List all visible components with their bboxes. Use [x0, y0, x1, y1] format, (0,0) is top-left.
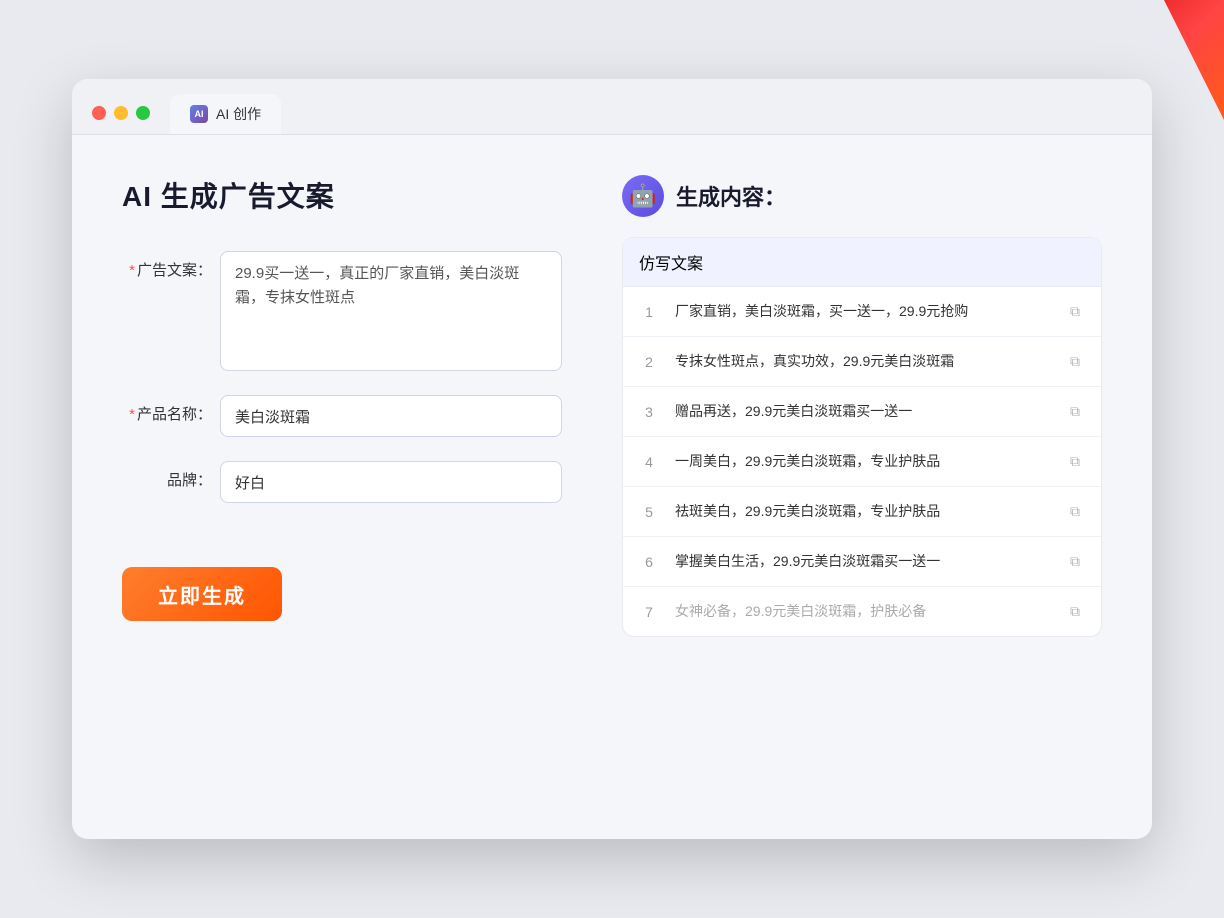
required-star-1: * — [129, 262, 135, 279]
results-container: 仿写文案 1 厂家直销，美白淡斑霜，买一送一，29.9元抢购 ⧉ 2 专抹女性斑点，真实… — [622, 237, 1102, 637]
result-header: 生成内容： — [622, 175, 1102, 217]
ai-tab-label: AI 创作 — [216, 104, 261, 124]
copy-icon[interactable]: ⧉ — [1065, 502, 1085, 522]
generate-button[interactable]: 立即生成 — [122, 567, 282, 621]
ad-copy-textarea[interactable] — [220, 251, 562, 371]
row-number: 5 — [639, 504, 659, 520]
table-row: 2 专抹女性斑点，真实功效，29.9元美白淡斑霜 ⧉ — [623, 337, 1101, 387]
row-number: 3 — [639, 404, 659, 420]
ai-tab[interactable]: AI AI 创作 — [170, 94, 281, 134]
ai-tab-icon: AI — [190, 105, 208, 123]
table-row: 5 祛斑美白，29.9元美白淡斑霜，专业护肤品 ⧉ — [623, 487, 1101, 537]
brand-input[interactable] — [220, 461, 562, 503]
brand-label: 品牌： — [122, 461, 212, 490]
copy-icon[interactable]: ⧉ — [1065, 552, 1085, 572]
row-text: 掌握美白生活，29.9元美白淡斑霜买一送一 — [675, 551, 1049, 572]
product-name-label: *产品名称： — [122, 395, 212, 424]
row-text: 赠品再送，29.9元美白淡斑霜买一送一 — [675, 401, 1049, 422]
table-row: 6 掌握美白生活，29.9元美白淡斑霜买一送一 ⧉ — [623, 537, 1101, 587]
row-text: 祛斑美白，29.9元美白淡斑霜，专业护肤品 — [675, 501, 1049, 522]
table-header: 仿写文案 — [639, 250, 703, 274]
title-bar: AI AI 创作 — [72, 79, 1152, 135]
row-number: 6 — [639, 554, 659, 570]
traffic-lights — [92, 106, 150, 134]
maximize-button[interactable] — [136, 106, 150, 120]
table-row: 1 厂家直销，美白淡斑霜，买一送一，29.9元抢购 ⧉ — [623, 287, 1101, 337]
ad-copy-group: *广告文案： — [122, 251, 562, 371]
minimize-button[interactable] — [114, 106, 128, 120]
row-text: 女神必备，29.9元美白淡斑霜，护肤必备 — [675, 601, 1049, 622]
table-row: 4 一周美白，29.9元美白淡斑霜，专业护肤品 ⧉ — [623, 437, 1101, 487]
product-name-group: *产品名称： — [122, 395, 562, 437]
table-row: 3 赠品再送，29.9元美白淡斑霜买一送一 ⧉ — [623, 387, 1101, 437]
row-text: 专抹女性斑点，真实功效，29.9元美白淡斑霜 — [675, 351, 1049, 372]
brand-group: 品牌： — [122, 461, 562, 503]
copy-icon[interactable]: ⧉ — [1065, 352, 1085, 372]
row-text: 一周美白，29.9元美白淡斑霜，专业护肤品 — [675, 451, 1049, 472]
row-number: 7 — [639, 604, 659, 620]
table-header-row: 仿写文案 — [623, 238, 1101, 287]
copy-icon[interactable]: ⧉ — [1065, 402, 1085, 422]
result-title: 生成内容： — [676, 180, 786, 212]
ad-copy-label: *广告文案： — [122, 251, 212, 280]
close-button[interactable] — [92, 106, 106, 120]
row-text: 厂家直销，美白淡斑霜，买一送一，29.9元抢购 — [675, 301, 1049, 322]
results-list: 1 厂家直销，美白淡斑霜，买一送一，29.9元抢购 ⧉ 2 专抹女性斑点，真实功效，29… — [623, 287, 1101, 636]
left-panel: AI 生成广告文案 *广告文案： *产品名称： 品牌： 立 — [122, 175, 562, 799]
copy-icon[interactable]: ⧉ — [1065, 302, 1085, 322]
table-row: 7 女神必备，29.9元美白淡斑霜，护肤必备 ⧉ — [623, 587, 1101, 636]
page-title: AI 生成广告文案 — [122, 175, 562, 215]
browser-window: AI AI 创作 AI 生成广告文案 *广告文案： *产品名称： — [72, 79, 1152, 839]
row-number: 4 — [639, 454, 659, 470]
main-content: AI 生成广告文案 *广告文案： *产品名称： 品牌： 立 — [72, 135, 1152, 839]
required-star-2: * — [129, 406, 135, 423]
right-panel: 生成内容： 仿写文案 1 厂家直销，美白淡斑霜，买一送一，29.9元抢购 ⧉ 2 专抹女… — [622, 175, 1102, 799]
copy-icon[interactable]: ⧉ — [1065, 602, 1085, 622]
robot-icon — [622, 175, 664, 217]
row-number: 2 — [639, 354, 659, 370]
row-number: 1 — [639, 304, 659, 320]
product-name-input[interactable] — [220, 395, 562, 437]
copy-icon[interactable]: ⧉ — [1065, 452, 1085, 472]
